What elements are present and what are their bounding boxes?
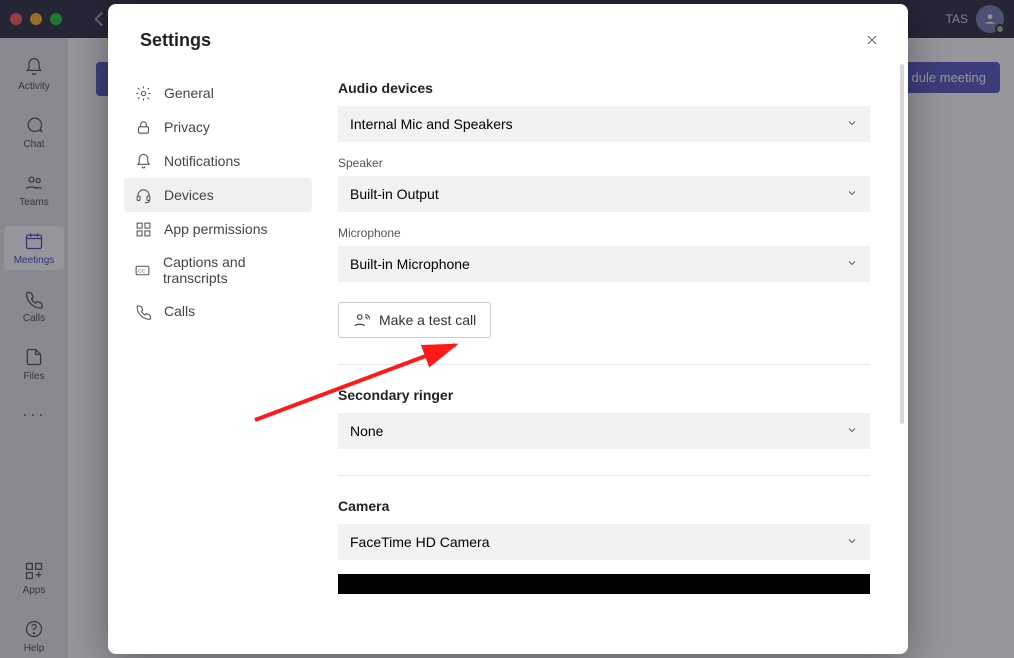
- nav-label: General: [164, 85, 214, 101]
- lock-icon: [134, 118, 152, 136]
- phone-icon: [134, 302, 152, 320]
- secondary-ringer-title: Secondary ringer: [338, 387, 870, 403]
- settings-nav-notifications[interactable]: Notifications: [124, 144, 312, 178]
- svg-text:CC: CC: [138, 268, 146, 274]
- close-button[interactable]: [858, 26, 886, 54]
- secondary-ringer-select[interactable]: None: [338, 413, 870, 449]
- settings-content: Audio devices Internal Mic and Speakers …: [328, 62, 908, 654]
- microphone-select[interactable]: Built-in Microphone: [338, 246, 870, 282]
- chevron-down-icon: [846, 186, 858, 202]
- nav-label: Captions and transcripts: [163, 254, 302, 286]
- select-value: Internal Mic and Speakers: [350, 116, 513, 132]
- scrollbar[interactable]: [900, 64, 904, 424]
- modal-title: Settings: [140, 30, 211, 51]
- audio-devices-title: Audio devices: [338, 80, 870, 96]
- audio-device-select[interactable]: Internal Mic and Speakers: [338, 106, 870, 142]
- chevron-down-icon: [846, 116, 858, 132]
- nav-label: Notifications: [164, 153, 240, 169]
- chevron-down-icon: [846, 256, 858, 272]
- chevron-down-icon: [846, 534, 858, 550]
- settings-nav-captions[interactable]: CC Captions and transcripts: [124, 246, 312, 294]
- modal-header: Settings: [108, 4, 908, 62]
- microphone-label: Microphone: [338, 226, 870, 240]
- settings-modal: Settings General Privacy Notifications D…: [108, 4, 908, 654]
- gear-icon: [134, 84, 152, 102]
- settings-nav: General Privacy Notifications Devices Ap…: [108, 62, 328, 654]
- grid-icon: [134, 220, 152, 238]
- speaker-select[interactable]: Built-in Output: [338, 176, 870, 212]
- nav-label: Calls: [164, 303, 195, 319]
- select-value: FaceTime HD Camera: [350, 534, 490, 550]
- speaker-label: Speaker: [338, 156, 870, 170]
- cc-icon: CC: [134, 261, 151, 279]
- nav-label: Privacy: [164, 119, 210, 135]
- nav-label: App permissions: [164, 221, 268, 237]
- settings-nav-devices[interactable]: Devices: [124, 178, 312, 212]
- chevron-down-icon: [846, 423, 858, 439]
- headset-icon: [134, 186, 152, 204]
- bell-icon: [134, 152, 152, 170]
- settings-nav-general[interactable]: General: [124, 76, 312, 110]
- button-label: Make a test call: [379, 312, 476, 328]
- settings-nav-privacy[interactable]: Privacy: [124, 110, 312, 144]
- select-value: Built-in Output: [350, 186, 439, 202]
- nav-label: Devices: [164, 187, 214, 203]
- settings-nav-calls[interactable]: Calls: [124, 294, 312, 328]
- divider: [338, 364, 870, 365]
- settings-nav-app-permissions[interactable]: App permissions: [124, 212, 312, 246]
- camera-preview-redacted: [338, 574, 870, 594]
- camera-title: Camera: [338, 498, 870, 514]
- person-call-icon: [353, 311, 371, 329]
- divider: [338, 475, 870, 476]
- make-test-call-button[interactable]: Make a test call: [338, 302, 491, 338]
- camera-select[interactable]: FaceTime HD Camera: [338, 524, 870, 560]
- select-value: Built-in Microphone: [350, 256, 470, 272]
- select-value: None: [350, 423, 383, 439]
